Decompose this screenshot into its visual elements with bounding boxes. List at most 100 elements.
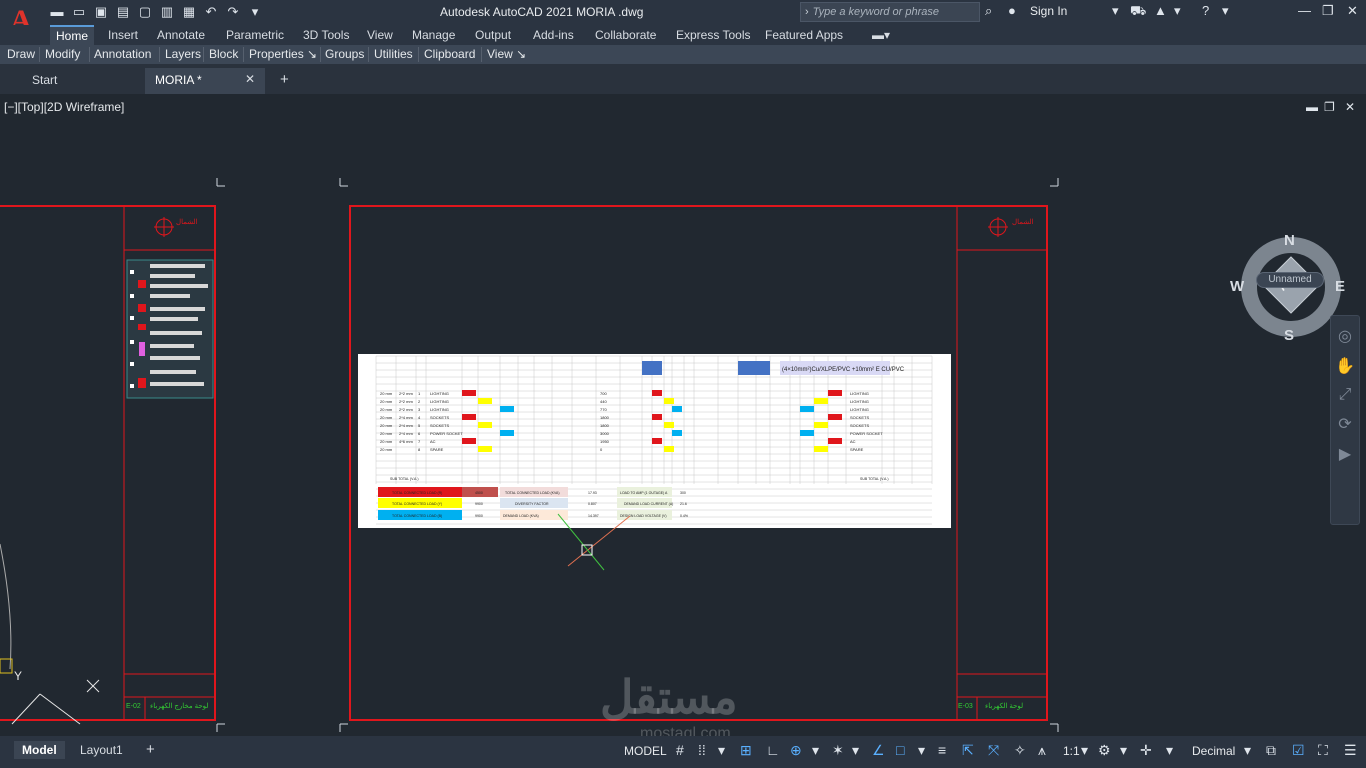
compass-south[interactable]: S: [1284, 327, 1294, 344]
open-folder-icon[interactable]: ▭: [70, 3, 88, 21]
scale-dropdown-icon[interactable]: ▾: [1081, 742, 1088, 759]
drawing-canvas[interactable]: [−][Top][2D Wireframe] ▬ ❐ ✕ E-02 لوحة م…: [0, 94, 1366, 736]
schedule-cell: 1950: [600, 439, 610, 444]
tab-layout1[interactable]: Layout1: [72, 741, 131, 759]
panel-clipboard[interactable]: Clipboard: [424, 47, 475, 61]
compass-north[interactable]: N: [1284, 232, 1295, 249]
a360-dropdown-icon[interactable]: ▾: [1174, 3, 1181, 19]
new-tab-icon[interactable]: +: [280, 71, 289, 88]
schedule-cell: 2*2 mm: [399, 391, 413, 396]
auto-scale-icon[interactable]: ⩚: [1038, 742, 1046, 759]
help-icon[interactable]: ?: [1202, 3, 1209, 18]
lineweight-icon[interactable]: ≡: [938, 742, 946, 758]
object-snap-tracking-icon[interactable]: ∠: [872, 742, 885, 759]
tab-express-tools[interactable]: Express Tools: [670, 27, 756, 43]
grid-icon[interactable]: #: [676, 742, 684, 758]
object-snap-icon[interactable]: □: [896, 742, 904, 758]
panel-annotation[interactable]: Annotation: [94, 47, 151, 61]
compass-west[interactable]: W: [1230, 278, 1244, 295]
ribbon-minimize-icon[interactable]: ▬▾: [866, 27, 896, 43]
infer-constraints-icon[interactable]: ⊞: [740, 742, 752, 759]
tab-output[interactable]: Output: [469, 27, 517, 43]
sign-in-dropdown-icon[interactable]: ▾: [1112, 3, 1119, 19]
ucs-menu[interactable]: Unnamed: [1256, 272, 1324, 288]
panel-view[interactable]: View ↘: [487, 47, 526, 61]
doc-tab-start[interactable]: Start: [32, 73, 57, 87]
ribbon-panel-bar: Draw Modify Annotation Layers Block Prop…: [0, 45, 1366, 64]
a360-icon[interactable]: ▲: [1154, 3, 1167, 18]
panel-draw[interactable]: Draw: [7, 47, 35, 61]
search-input[interactable]: › Type a keyword or phrase: [800, 2, 980, 22]
annotation-scale[interactable]: 1:1: [1063, 744, 1080, 758]
selection-cycling-icon[interactable]: ⤧: [988, 742, 999, 759]
schedule-cell: 20 mm: [380, 447, 393, 452]
snap-dropdown-icon[interactable]: ▾: [718, 742, 725, 759]
dynamic-ucs-icon[interactable]: ⇱: [962, 742, 974, 759]
units-arrow-icon[interactable]: ▾: [1244, 742, 1251, 759]
qat-dropdown-icon[interactable]: ▾: [246, 3, 264, 21]
units-dropdown-icon[interactable]: ▾: [1166, 742, 1173, 759]
panel-layers[interactable]: Layers: [165, 47, 201, 61]
restore-icon[interactable]: ❐: [1322, 3, 1334, 19]
close-tab-icon[interactable]: ✕: [245, 72, 255, 86]
isodraft-icon[interactable]: ✶: [832, 742, 844, 759]
panel-block[interactable]: Block: [209, 47, 238, 61]
annotation-monitor-icon[interactable]: ✛: [1140, 742, 1152, 759]
panel-groups[interactable]: Groups: [325, 47, 364, 61]
snap-icon[interactable]: ⁞⁞: [698, 742, 706, 758]
sign-in-link[interactable]: Sign In: [1030, 4, 1067, 18]
clean-screen-icon[interactable]: ⛶: [1318, 742, 1328, 759]
workspace-gear-icon[interactable]: ⚙: [1098, 742, 1111, 759]
user-icon[interactable]: ●: [1008, 3, 1016, 18]
tab-3d-tools[interactable]: 3D Tools: [297, 27, 355, 43]
help-dropdown-icon[interactable]: ▾: [1222, 3, 1229, 19]
open-web-icon[interactable]: ▢: [136, 3, 154, 21]
showmotion-icon[interactable]: ▶: [1331, 444, 1359, 464]
schedule-cell: SOCKETS: [850, 415, 869, 420]
redo-icon[interactable]: ↷: [224, 3, 242, 21]
save-icon[interactable]: ▣: [92, 3, 110, 21]
tab-add-ins[interactable]: Add-ins: [527, 27, 580, 43]
quick-properties-icon[interactable]: ⧉: [1266, 742, 1276, 759]
steering-wheel-icon[interactable]: ◎: [1331, 326, 1359, 346]
polar-dropdown-icon[interactable]: ▾: [812, 742, 819, 759]
tab-insert[interactable]: Insert: [102, 27, 144, 43]
isolate-objects-icon[interactable]: ☑: [1292, 742, 1305, 759]
panel-properties[interactable]: Properties ↘: [249, 47, 317, 61]
schedule-cell: 20 mm: [380, 399, 393, 404]
tab-manage[interactable]: Manage: [406, 27, 461, 43]
compass-east[interactable]: E: [1335, 278, 1345, 295]
minimize-icon[interactable]: —: [1298, 3, 1311, 18]
tab-home[interactable]: Home: [50, 25, 95, 46]
annotation-visibility-icon[interactable]: ✧: [1014, 742, 1026, 759]
tab-annotate[interactable]: Annotate: [151, 27, 211, 43]
tab-model[interactable]: Model: [14, 741, 65, 759]
tab-collaborate[interactable]: Collaborate: [589, 27, 662, 43]
doc-tab-moria[interactable]: MORIA *: [155, 73, 202, 87]
search-icon[interactable]: ⌕: [985, 3, 992, 19]
isodraft-dropdown-icon[interactable]: ▾: [852, 742, 859, 759]
units-setting[interactable]: Decimal: [1192, 744, 1235, 758]
workspace-dropdown-icon[interactable]: ▾: [1120, 742, 1127, 759]
orbit-icon[interactable]: ⟳: [1331, 414, 1359, 434]
zoom-extents-icon[interactable]: ⤢: [1331, 386, 1359, 404]
panel-modify[interactable]: Modify: [45, 47, 80, 61]
cart-icon[interactable]: ⛟: [1130, 3, 1146, 21]
save-as-icon[interactable]: ▤: [114, 3, 132, 21]
close-icon[interactable]: ✕: [1347, 3, 1358, 19]
osnap-dropdown-icon[interactable]: ▾: [918, 742, 925, 759]
panel-utilities[interactable]: Utilities: [374, 47, 413, 61]
pan-icon[interactable]: ✋: [1331, 356, 1359, 376]
print-icon[interactable]: ▦: [180, 3, 198, 21]
ortho-icon[interactable]: ∟: [766, 742, 780, 758]
tab-view[interactable]: View: [361, 27, 399, 43]
tab-featured-apps[interactable]: Featured Apps: [759, 27, 849, 43]
tab-parametric[interactable]: Parametric: [220, 27, 290, 43]
new-file-icon[interactable]: ▬: [48, 3, 66, 21]
save-web-icon[interactable]: ▥: [158, 3, 176, 21]
undo-icon[interactable]: ↶: [202, 3, 220, 21]
model-space-toggle[interactable]: MODEL: [624, 744, 667, 758]
polar-tracking-icon[interactable]: ⊕: [790, 742, 802, 759]
add-layout-icon[interactable]: +: [138, 739, 163, 760]
customization-menu-icon[interactable]: ☰: [1344, 742, 1357, 759]
